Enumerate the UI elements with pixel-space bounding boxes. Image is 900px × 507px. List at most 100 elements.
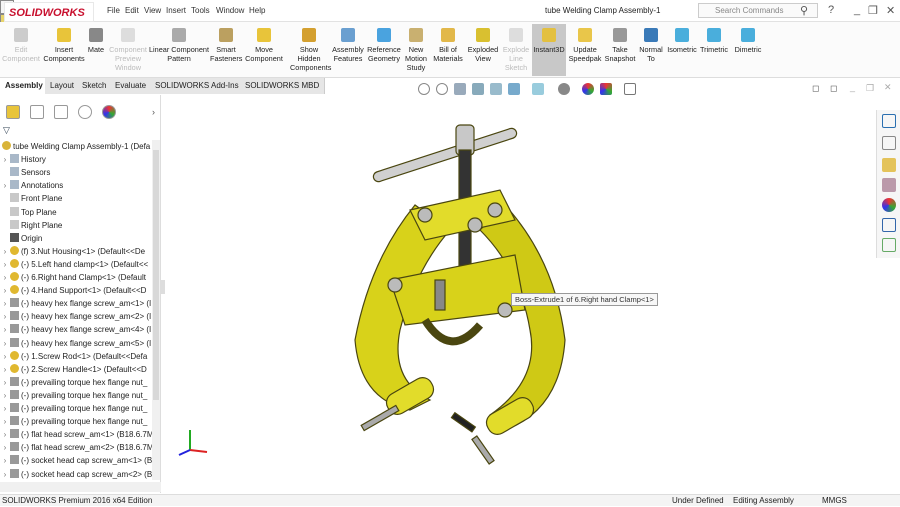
explode-line-sketch-button[interactable]: Explode Line Sketch <box>500 28 532 72</box>
edit-component-button[interactable]: Edit Component <box>2 28 40 63</box>
expand-arrow-icon[interactable]: › <box>0 402 10 415</box>
tree-horizontal-scrollbar[interactable] <box>0 482 161 492</box>
viewport-tile-icon[interactable]: ◻ <box>812 83 819 94</box>
design-library-icon[interactable] <box>882 136 896 150</box>
tree-item[interactable]: Sensors <box>0 166 152 179</box>
tree-item[interactable]: › History <box>0 153 152 166</box>
expand-arrow-icon[interactable]: › <box>0 468 10 481</box>
tree-item[interactable]: Top Plane <box>0 206 152 219</box>
zoom-to-fit-icon[interactable] <box>418 83 430 95</box>
tree-item[interactable]: › (-) prevailing torque hex flange nut_ <box>0 415 152 428</box>
edit-appearance-icon[interactable] <box>582 83 594 95</box>
tree-item[interactable]: › (-) heavy hex flange screw_am<5> (I <box>0 337 152 350</box>
apply-scene-icon[interactable] <box>600 83 612 95</box>
expand-arrow-icon[interactable]: › <box>0 323 10 336</box>
expand-arrow-icon[interactable]: › <box>0 389 10 402</box>
tab-layout[interactable]: Layout <box>45 78 81 94</box>
tree-item[interactable]: › (f) 3.Nut Housing<1> (Default<<De <box>0 245 152 258</box>
tree-item[interactable]: › (-) 6.Right hand Clamp<1> (Default <box>0 271 152 284</box>
exploded-view-button[interactable]: Exploded View <box>466 28 500 63</box>
linear-component-pattern-button[interactable]: Linear Component Pattern <box>148 28 210 63</box>
doc-restore-button[interactable]: ❐ <box>866 83 874 94</box>
tree-item[interactable]: › (-) socket head cap screw_am<1> (B <box>0 454 152 467</box>
reference-geometry-button[interactable]: Reference Geometry <box>366 28 402 63</box>
tab-evaluate[interactable]: Evaluate <box>110 78 153 94</box>
tree-scroll-thumb[interactable] <box>153 150 159 400</box>
display-style-icon[interactable] <box>532 83 544 95</box>
clamp-assembly-model[interactable] <box>330 110 590 470</box>
instant3d-button[interactable]: Instant3D <box>532 24 566 76</box>
more-tabs-chevron-icon[interactable]: › <box>152 107 155 117</box>
solidworks-logo[interactable]: SOLIDWORKS <box>4 2 94 22</box>
tree-root[interactable]: tube Welding Clamp Assembly-1 (Defa <box>0 140 152 153</box>
tree-item[interactable]: › (-) heavy hex flange screw_am<1> (I <box>0 297 152 310</box>
isometric-button[interactable]: Isometric <box>666 28 698 54</box>
tab-sketch[interactable]: Sketch <box>77 78 113 94</box>
doc-minimize-button[interactable]: _ <box>850 82 855 92</box>
search-icon[interactable]: ⚲ <box>800 4 808 17</box>
dimxpert-tab-icon[interactable] <box>78 105 92 119</box>
custom-properties-icon[interactable] <box>882 218 896 232</box>
tab-solidworks-add-ins[interactable]: SOLIDWORKS Add-Ins <box>150 78 245 94</box>
expand-arrow-icon[interactable]: › <box>0 415 10 428</box>
file-explorer-icon[interactable] <box>882 158 896 172</box>
tree-item[interactable]: › (-) 4.Hand Support<1> (Default<<D <box>0 284 152 297</box>
mate-button[interactable]: Mate <box>86 28 106 54</box>
expand-arrow-icon[interactable]: › <box>0 310 10 323</box>
restore-button[interactable]: ❐ <box>868 4 878 17</box>
tree-item[interactable]: › (-) 5.Left hand clamp<1> (Default<< <box>0 258 152 271</box>
component-preview-window-button[interactable]: Component Preview Window <box>108 28 148 72</box>
expand-arrow-icon[interactable]: › <box>0 363 10 376</box>
tree-item[interactable]: Right Plane <box>0 219 152 232</box>
configurationmanager-tab-icon[interactable] <box>54 105 68 119</box>
tree-item[interactable]: › (-) socket head cap screw_am<2> (B <box>0 468 152 481</box>
new-motion-study-button[interactable]: New Motion Study <box>402 28 430 72</box>
expand-arrow-icon[interactable]: › <box>0 376 10 389</box>
tree-item[interactable]: › (-) 1.Screw Rod<1> (Default<<Defa <box>0 350 152 363</box>
tree-item[interactable]: › (-) prevailing torque hex flange nut_ <box>0 402 152 415</box>
displaymanager-tab-icon[interactable] <box>102 105 116 119</box>
expand-arrow-icon[interactable]: › <box>0 337 10 350</box>
update-speedpak-button[interactable]: Update Speedpak <box>568 28 602 63</box>
menu-edit[interactable]: Edit <box>125 6 139 15</box>
panel-collapse-handle[interactable] <box>161 280 165 294</box>
minimize-button[interactable]: _ <box>854 4 860 16</box>
expand-arrow-icon[interactable]: › <box>0 350 10 363</box>
move-component-button[interactable]: Move Component <box>242 28 286 63</box>
expand-arrow-icon[interactable]: › <box>0 258 10 271</box>
tree-item[interactable]: Origin <box>0 232 152 245</box>
tree-item[interactable]: › (-) 2.Screw Handle<1> (Default<<D <box>0 363 152 376</box>
expand-arrow-icon[interactable]: › <box>0 153 10 166</box>
tree-item[interactable]: › (-) heavy hex flange screw_am<4> (I <box>0 323 152 336</box>
expand-arrow-icon[interactable]: › <box>0 284 10 297</box>
forum-icon[interactable] <box>882 238 896 252</box>
normal-to-button[interactable]: Normal To <box>636 28 666 63</box>
expand-arrow-icon[interactable]: › <box>0 245 10 258</box>
view-settings-icon[interactable] <box>624 83 636 95</box>
dynamic-annotation-icon[interactable] <box>490 83 502 95</box>
bill-of-materials-button[interactable]: Bill of Materials <box>432 28 464 63</box>
tree-item[interactable]: › (-) prevailing torque hex flange nut_ <box>0 389 152 402</box>
smart-fasteners-button[interactable]: Smart Fasteners <box>210 28 242 63</box>
show-hidden-components-button[interactable]: Show Hidden Components <box>290 28 331 72</box>
section-view-icon[interactable] <box>472 83 484 95</box>
zoom-to-area-icon[interactable] <box>436 83 448 95</box>
expand-arrow-icon[interactable]: › <box>0 271 10 284</box>
featuremanager-tab-icon[interactable] <box>6 105 20 119</box>
tree-item[interactable]: › Annotations <box>0 179 152 192</box>
filter-icon[interactable]: ▽ <box>3 125 10 136</box>
menu-view[interactable]: View <box>144 6 161 15</box>
tab-assembly[interactable]: Assembly <box>0 78 49 94</box>
viewport-split-icon[interactable]: ◻ <box>830 83 837 94</box>
tree-item[interactable]: › (-) flat head screw_am<2> (B18.6.7M <box>0 441 152 454</box>
propertymanager-tab-icon[interactable] <box>30 105 44 119</box>
menu-tools[interactable]: Tools <box>191 6 210 15</box>
close-button[interactable]: ✕ <box>886 4 895 17</box>
view-orientation-icon[interactable] <box>508 83 520 95</box>
appearances-icon[interactable] <box>882 198 896 212</box>
tree-item[interactable]: › (-) flat head screw_am<1> (B18.6.7M <box>0 428 152 441</box>
expand-arrow-icon[interactable]: › <box>0 454 10 467</box>
view-palette-icon[interactable] <box>882 178 896 192</box>
tab-solidworks-mbd[interactable]: SOLIDWORKS MBD <box>240 78 326 94</box>
expand-arrow-icon[interactable]: › <box>0 297 10 310</box>
